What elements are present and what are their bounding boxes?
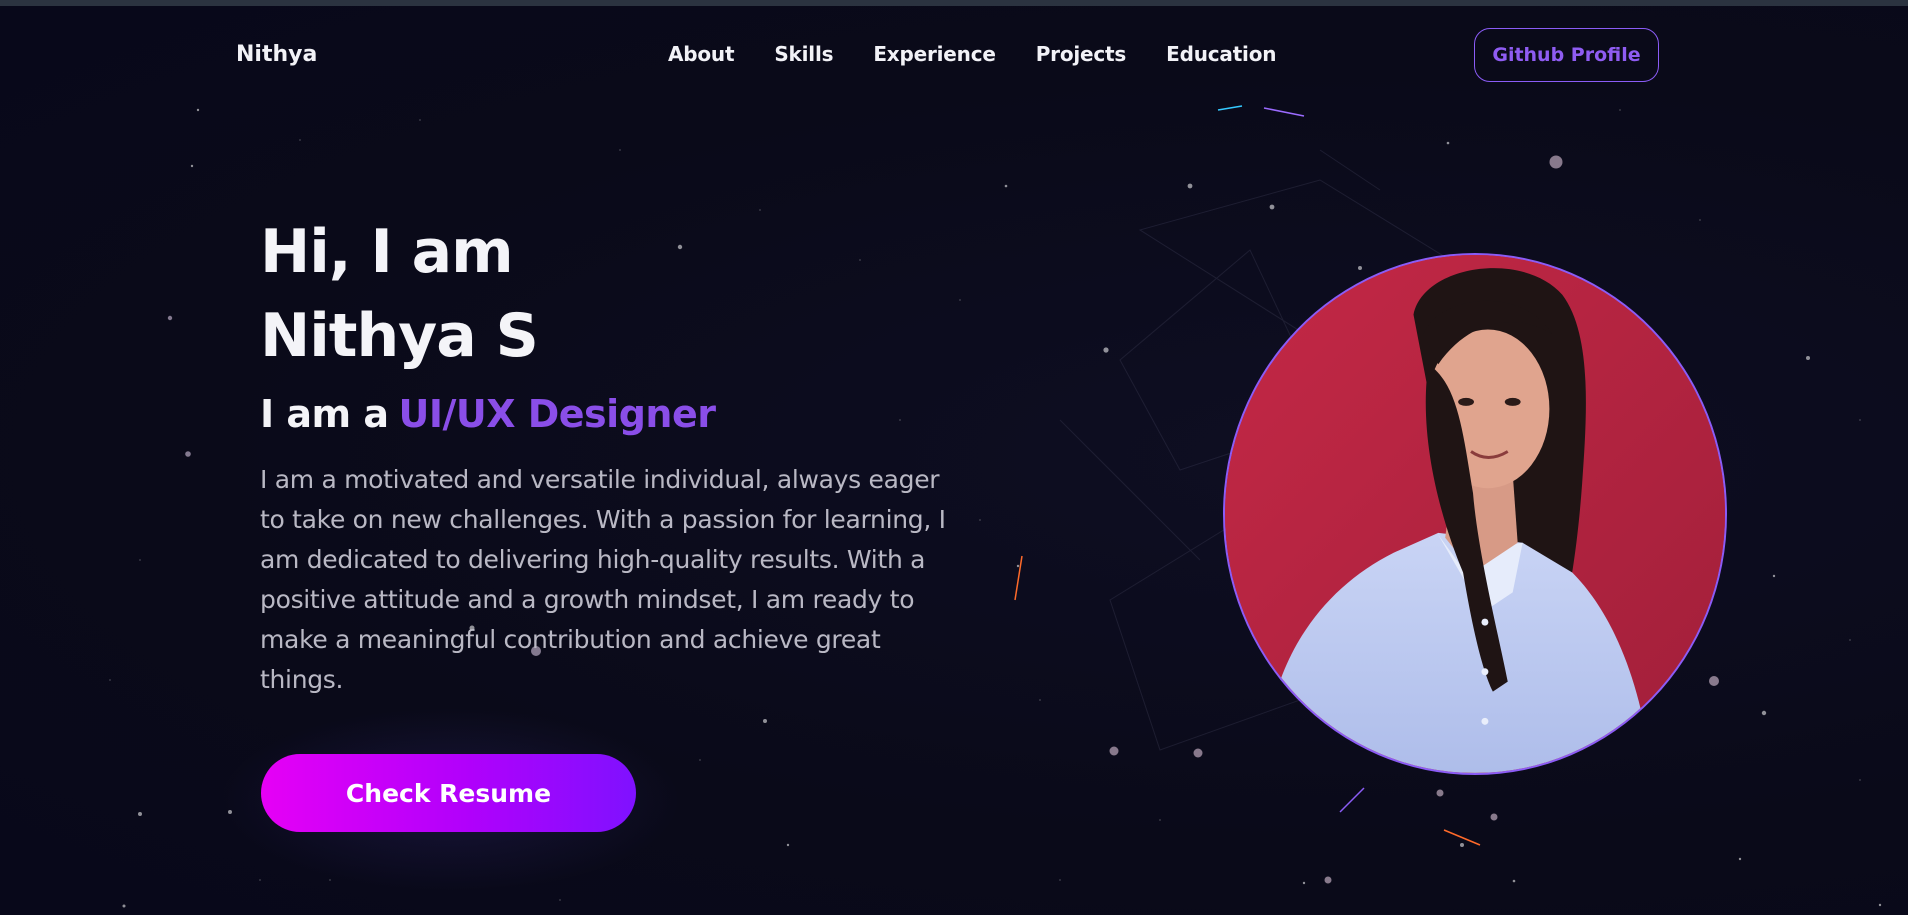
role-line: I am a UI/UX Designer — [260, 392, 716, 436]
github-profile-button[interactable]: Github Profile — [1474, 28, 1659, 82]
hero-title: Hi, I am Nithya S — [260, 210, 539, 378]
nav-link-experience[interactable]: Experience — [873, 42, 996, 66]
nav-links: About Skills Experience Projects Educati… — [668, 42, 1276, 66]
bio-paragraph: I am a motivated and versatile individua… — [260, 465, 946, 694]
nav-link-education[interactable]: Education — [1166, 42, 1276, 66]
check-resume-button[interactable]: Check Resume — [261, 754, 636, 832]
nav-link-projects[interactable]: Projects — [1036, 42, 1127, 66]
hero-name: Nithya S — [260, 301, 539, 371]
nav-link-about[interactable]: About — [668, 42, 735, 66]
role-title: UI/UX Designer — [398, 392, 716, 436]
nav-link-skills[interactable]: Skills — [774, 42, 833, 66]
profile-photo-illustration — [1225, 255, 1725, 773]
hero-greeting: Hi, I am — [260, 217, 514, 287]
profile-photo — [1223, 253, 1727, 775]
top-navigation: Nithya About Skills Experience Projects … — [0, 6, 1908, 106]
brand-logo[interactable]: Nithya — [236, 42, 317, 67]
role-prefix: I am a — [260, 392, 389, 436]
portfolio-page: Nithya About Skills Experience Projects … — [0, 0, 1908, 915]
